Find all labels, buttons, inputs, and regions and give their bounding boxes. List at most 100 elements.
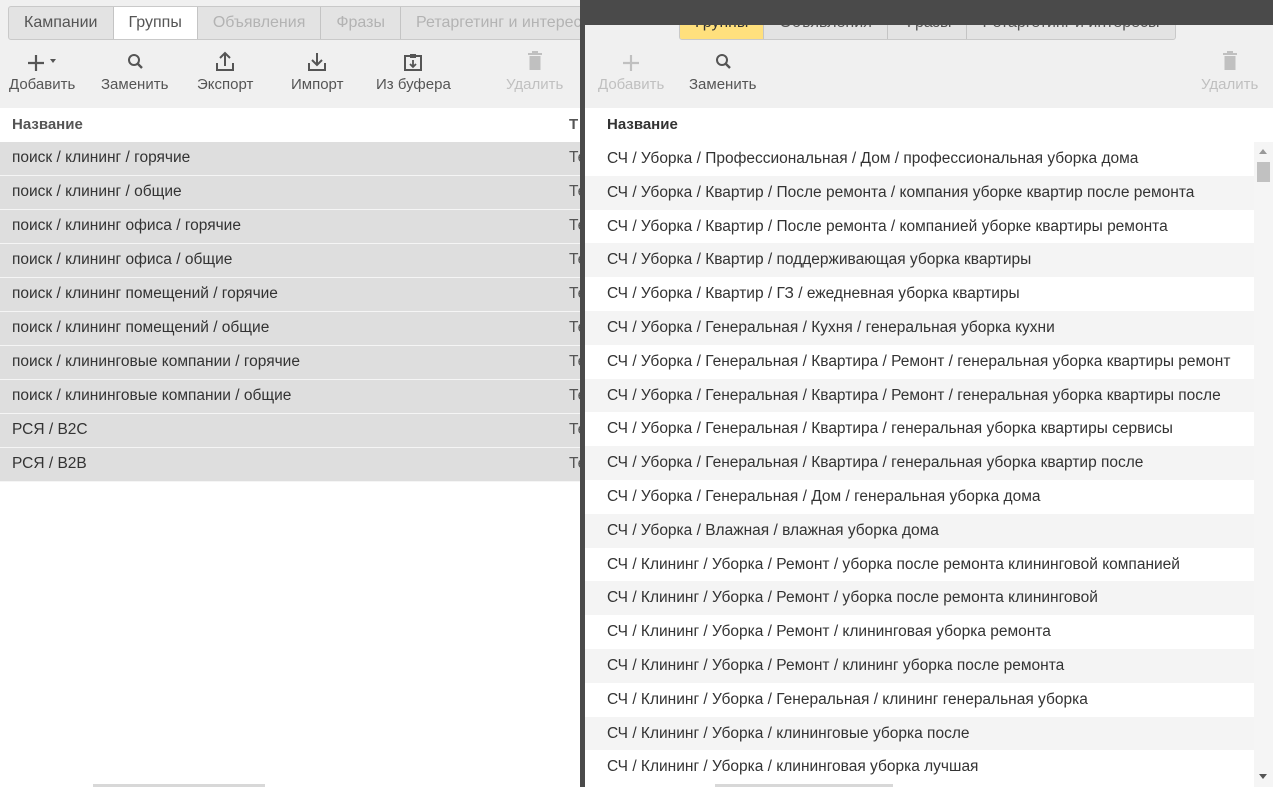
group-name-cell: СЧ / Уборка / Генеральная / Дом / генера… [607, 487, 1041, 505]
group-type-cell: Те [569, 455, 580, 472]
export-button[interactable]: Экспорт [197, 46, 253, 93]
group-type-cell: Те [569, 319, 580, 336]
scroll-down-icon[interactable] [1259, 774, 1267, 779]
tab-phrases[interactable]: Фразы [888, 25, 968, 39]
replace-label: Заменить [101, 76, 169, 93]
tab-ads[interactable]: Объявления [198, 7, 322, 39]
group-type-cell: Те [569, 353, 580, 370]
group-name-cell: СЧ / Клининг / Уборка / Генеральная / кл… [607, 690, 1088, 708]
table-row[interactable]: поиск / клининговые компании / горячие Те [0, 346, 580, 380]
group-name-cell: СЧ / Уборка / Генеральная / Квартира / Р… [607, 352, 1231, 370]
group-name-cell: СЧ / Уборка / Генеральная / Квартира / г… [607, 420, 1173, 438]
table-row[interactable]: СЧ / Уборка / Генеральная / Квартира / Р… [585, 378, 1254, 413]
table-row[interactable]: СЧ / Уборка / Генеральная / Квартира / г… [585, 446, 1254, 480]
trash-icon [1201, 46, 1258, 72]
table-row[interactable]: СЧ / Уборка / Квартир / поддерживающая у… [585, 243, 1254, 278]
scroll-up-icon[interactable] [1259, 149, 1267, 154]
group-name-cell: СЧ / Клининг / Уборка / клининговая убор… [607, 758, 979, 776]
group-type-cell: Те [569, 149, 580, 166]
group-name-cell: СЧ / Клининг / Уборка / Ремонт / уборка … [607, 555, 1180, 573]
group-name-cell: поиск / клининг офиса / горячие [12, 217, 241, 234]
group-type-cell: Те [569, 421, 580, 438]
from-buffer-button[interactable]: Из буфера [376, 46, 451, 93]
table-row[interactable]: РСЯ / B2C Те [0, 414, 580, 448]
tab-retargeting[interactable]: Ретаргетинг и интересы [967, 25, 1174, 39]
right-rows: СЧ / Уборка / Профессиональная / Дом / п… [585, 142, 1254, 787]
table-row[interactable]: СЧ / Клининг / Уборка / Ремонт / клининг… [585, 615, 1254, 649]
tab-ads[interactable]: Объявления [764, 25, 888, 39]
download-icon [291, 46, 343, 72]
group-name-cell: РСЯ / B2B [12, 455, 87, 472]
delete-label: Удалить [506, 76, 564, 93]
group-type-cell: Те [569, 217, 580, 234]
table-row[interactable]: СЧ / Уборка / Квартир / После ремонта / … [585, 209, 1254, 244]
group-name-cell: СЧ / Уборка / Квартир / После ремонта / … [607, 183, 1195, 201]
table-row[interactable]: СЧ / Клининг / Уборка / Ремонт / клининг… [585, 648, 1254, 683]
replace-button[interactable]: Заменить [689, 46, 756, 93]
tab-retargeting[interactable]: Ретаргетинг и интересы [401, 7, 580, 39]
column-header-name[interactable]: Название [12, 108, 83, 142]
table-row[interactable]: СЧ / Уборка / Квартир / ГЗ / ежедневная … [585, 277, 1254, 311]
table-row[interactable]: СЧ / Уборка / Профессиональная / Дом / п… [585, 142, 1254, 176]
right-tab-bar: Группы Объявления Фразы Ретаргетинг и ин… [679, 25, 1176, 40]
right-table: Название СЧ / Уборка / Профессиональная … [585, 108, 1273, 787]
table-row[interactable]: поиск / клининг помещений / общие Те [0, 312, 580, 346]
table-row[interactable]: СЧ / Уборка / Квартир / После ремонта / … [585, 175, 1254, 210]
right-panel: Группы Объявления Фразы Ретаргетинг и ин… [585, 25, 1273, 787]
table-row[interactable]: СЧ / Уборка / Генеральная / Квартира / г… [585, 412, 1254, 447]
group-name-cell: СЧ / Уборка / Влажная / влажная уборка д… [607, 521, 939, 539]
import-button[interactable]: Импорт [291, 46, 343, 93]
left-toolbar: Добавить Заменить Экспорт Импорт Из буфе… [0, 46, 580, 106]
table-row[interactable]: РСЯ / B2B Те [0, 448, 580, 482]
delete-button[interactable]: Удалить [506, 46, 563, 93]
trash-icon [506, 46, 563, 72]
left-panel: Кампании Группы Объявления Фразы Ретарге… [0, 0, 580, 787]
group-name-cell: поиск / клининговые компании / общие [12, 387, 292, 404]
table-row[interactable]: поиск / клининговые компании / общие Те [0, 380, 580, 414]
group-name-cell: СЧ / Клининг / Уборка / Ремонт / уборка … [607, 589, 1098, 607]
add-button[interactable]: Добавить [598, 46, 664, 93]
table-row[interactable]: поиск / клининг / горячие Те [0, 142, 580, 176]
add-label: Добавить [598, 76, 665, 93]
table-row[interactable]: поиск / клининг офиса / горячие Те [0, 210, 580, 244]
group-name-cell: поиск / клининг помещений / горячие [12, 285, 278, 302]
group-name-cell: поиск / клининговые компании / горячие [12, 353, 300, 370]
group-name-cell: СЧ / Уборка / Квартир / ГЗ / ежедневная … [607, 285, 1020, 303]
search-icon [101, 46, 168, 72]
table-row[interactable]: поиск / клининг офиса / общие Те [0, 244, 580, 278]
from-buffer-label: Из буфера [376, 76, 451, 93]
table-row[interactable]: СЧ / Клининг / Уборка / клининговая убор… [585, 750, 1254, 785]
group-name-cell: СЧ / Уборка / Квартир / После ремонта / … [607, 217, 1168, 235]
tab-groups[interactable]: Группы [113, 7, 198, 39]
plus-icon [9, 46, 75, 72]
table-row[interactable]: СЧ / Уборка / Генеральная / Кухня / гене… [585, 310, 1254, 345]
group-name-cell: СЧ / Уборка / Квартир / поддерживающая у… [607, 251, 1032, 269]
table-row[interactable]: СЧ / Уборка / Влажная / влажная уборка д… [585, 513, 1254, 548]
caret-down-icon [50, 59, 57, 63]
table-row[interactable]: СЧ / Уборка / Генеральная / Квартира / Р… [585, 344, 1254, 379]
delete-button[interactable]: Удалить [1201, 46, 1258, 93]
right-toolbar: Добавить Заменить Удалить [585, 46, 1273, 106]
column-header-type[interactable]: Т [569, 108, 578, 142]
tab-groups[interactable]: Группы [680, 25, 765, 39]
tab-phrases[interactable]: Фразы [321, 7, 401, 39]
vertical-scrollbar[interactable] [1254, 142, 1273, 787]
table-row[interactable]: СЧ / Клининг / Уборка / Ремонт / уборка … [585, 581, 1254, 616]
group-name-cell: СЧ / Уборка / Генеральная / Кухня / гене… [607, 318, 1055, 336]
table-row[interactable]: СЧ / Клининг / Уборка / Генеральная / кл… [585, 682, 1254, 717]
tab-campaigns[interactable]: Кампании [9, 7, 114, 39]
group-type-cell: Те [569, 183, 580, 200]
table-row[interactable]: СЧ / Клининг / Уборка / Ремонт / уборка … [585, 547, 1254, 582]
table-row[interactable]: СЧ / Уборка / Генеральная / Дом / генера… [585, 479, 1254, 514]
group-type-cell: Те [569, 387, 580, 404]
table-row[interactable]: поиск / клининг помещений / горячие Те [0, 278, 580, 312]
table-row[interactable]: поиск / клининг / общие Те [0, 176, 580, 210]
add-button[interactable]: Добавить [9, 46, 75, 93]
replace-button[interactable]: Заменить [101, 46, 168, 93]
group-name-cell: поиск / клининг офиса / общие [12, 251, 233, 268]
table-row[interactable]: СЧ / Клининг / Уборка / клининговые убор… [585, 716, 1254, 751]
group-name-cell: СЧ / Клининг / Уборка / Ремонт / клининг… [607, 623, 1051, 641]
group-name-cell: поиск / клининг помещений / общие [12, 319, 270, 336]
column-header-name[interactable]: Название [607, 108, 678, 142]
scrollbar-thumb[interactable] [1257, 162, 1270, 182]
